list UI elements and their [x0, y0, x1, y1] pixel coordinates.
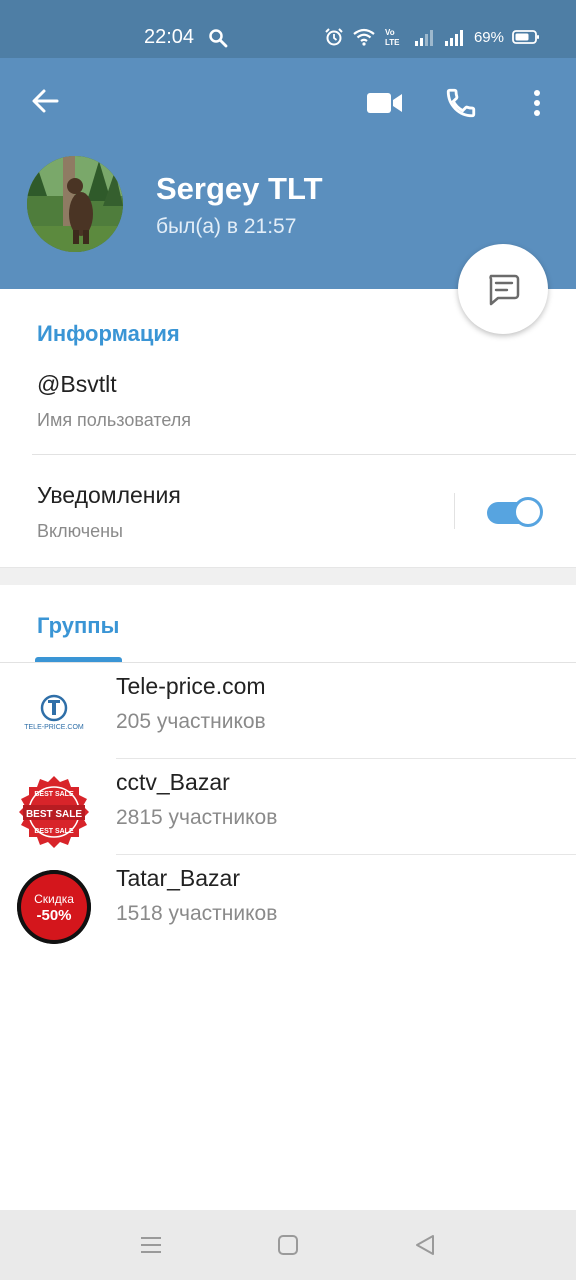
back-icon — [32, 89, 59, 113]
notifications-title[interactable]: Уведомления — [37, 482, 181, 509]
system-nav-bar — [0, 1210, 576, 1280]
discount-label-text: Скидка — [34, 892, 74, 906]
profile-name: Sergey TLT — [156, 171, 323, 206]
more-options-button[interactable] — [522, 82, 552, 124]
avatar[interactable] — [27, 156, 123, 252]
group-name: Tatar_Bazar — [116, 865, 241, 891]
group-name: cctv_Bazar — [116, 769, 230, 795]
info-section-title: Информация — [37, 321, 180, 346]
status-bar: 22:04 Vo LTE 69% — [0, 0, 576, 58]
group-avatar: TELE-PRICE.COM — [17, 678, 91, 752]
battery-percent: 69% — [473, 28, 504, 46]
signal-icon — [414, 30, 433, 46]
group-avatar: BEST SALE BEST SALE BEST SALE — [17, 774, 91, 848]
group-row[interactable]: BEST SALE BEST SALE BEST SALE cctv_Bazar… — [0, 759, 576, 855]
group-row[interactable]: TELE-PRICE.COM Tele-price.com 205 участн… — [0, 663, 576, 759]
discount-value-text: -50% — [36, 907, 71, 924]
send-message-button[interactable] — [458, 244, 548, 334]
best-sale-badge: BEST SALE BEST SALE BEST SALE — [19, 776, 89, 848]
voice-call-button[interactable] — [440, 82, 482, 124]
tele-price-logo-text: TELE-PRICE.COM — [24, 724, 84, 731]
group-name: Tele-price.com — [116, 673, 266, 699]
username-value[interactable]: @Bsvtlt — [37, 371, 117, 398]
home-icon — [278, 1235, 298, 1255]
back-button[interactable] — [24, 80, 66, 122]
system-back-button[interactable] — [410, 1230, 440, 1260]
menu-icon — [141, 1237, 161, 1253]
group-members: 2815 участников — [116, 806, 278, 829]
volte-icon: Vo LTE — [385, 28, 400, 47]
recent-apps-button[interactable] — [136, 1230, 166, 1260]
best-sale-main-text: BEST SALE — [26, 809, 82, 820]
alarm-icon — [325, 28, 343, 46]
back-triangle-icon — [416, 1235, 434, 1255]
group-members: 205 участников — [116, 710, 266, 733]
status-icons: Vo LTE 69% — [324, 26, 540, 48]
svg-text:Vo: Vo — [385, 28, 395, 37]
message-icon — [489, 274, 520, 306]
group-row[interactable]: Скидка -50% Tatar_Bazar 1518 участников — [0, 855, 576, 951]
divider — [454, 493, 455, 529]
video-call-button[interactable] — [364, 82, 406, 124]
notifications-toggle[interactable] — [487, 497, 543, 527]
notifications-status: Включены — [37, 521, 123, 541]
battery-icon — [512, 30, 539, 44]
phone-icon — [446, 88, 476, 118]
search-icon — [209, 29, 228, 48]
best-sale-bottom-text: BEST SALE — [34, 828, 74, 835]
toggle-knob — [513, 497, 543, 527]
section-separator — [0, 567, 576, 585]
home-button[interactable] — [273, 1230, 303, 1260]
last-seen-status: был(а) в 21:57 — [156, 215, 297, 238]
svg-text:LTE: LTE — [385, 38, 400, 47]
groups-section: Группы TELE-PRICE.COM Tele-price.com 205… — [0, 585, 576, 1210]
signal-icon — [444, 30, 463, 46]
group-members: 1518 участников — [116, 902, 278, 925]
bear-photo — [27, 156, 123, 252]
group-avatar: Скидка -50% — [17, 870, 91, 944]
username-label: Имя пользователя — [37, 410, 192, 430]
more-vertical-icon — [534, 90, 540, 116]
wifi-icon — [353, 28, 375, 46]
best-sale-top-text: BEST SALE — [34, 791, 74, 798]
discount-badge: Скидка -50% — [17, 870, 91, 944]
status-time: 22:04 — [144, 26, 195, 48]
tele-price-logo: TELE-PRICE.COM — [24, 694, 84, 731]
tab-groups[interactable]: Группы — [37, 613, 119, 639]
divider — [32, 454, 576, 455]
video-call-icon — [367, 93, 402, 113]
